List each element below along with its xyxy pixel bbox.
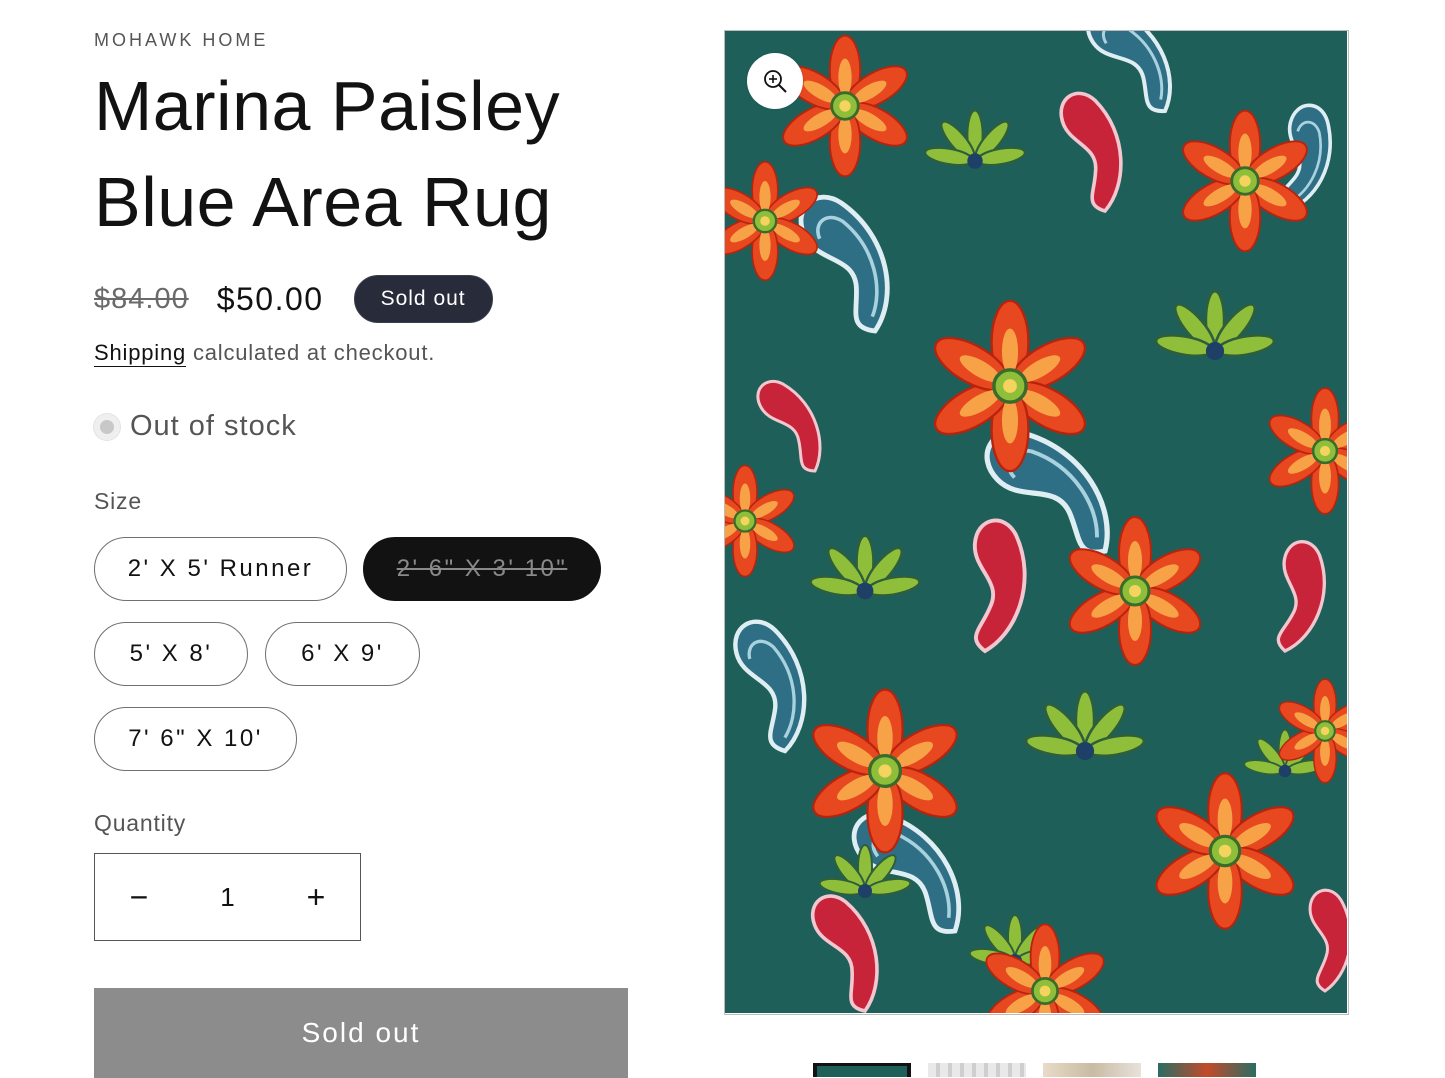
thumbnail-3[interactable] [1043, 1063, 1141, 1077]
size-option-5x8[interactable]: 5' X 8' [94, 622, 248, 686]
thumbnail-2[interactable] [928, 1063, 1026, 1077]
thumbnail-1-image [813, 1066, 911, 1077]
product-title: Marina Paisley Blue Area Rug [94, 58, 560, 250]
regular-price: $84.00 [94, 282, 189, 315]
increase-quantity-button[interactable]: + [272, 854, 360, 940]
quantity-input[interactable] [183, 880, 272, 914]
sold-out-badge: Sold out [353, 275, 493, 323]
price-row: $84.00 $50.00 Sold out [94, 275, 493, 323]
quantity-label: Quantity [94, 810, 187, 836]
rug-pattern-image [725, 31, 1347, 1013]
sold-out-button[interactable]: Sold out [94, 988, 628, 1078]
shipping-link[interactable]: Shipping [94, 340, 186, 365]
thumbnail-3-image [1043, 1063, 1141, 1077]
quantity-stepper: − + [94, 853, 361, 941]
decrease-quantity-button[interactable]: − [95, 854, 183, 940]
vendor-name: MOHAWK HOME [94, 30, 269, 50]
size-option-2x5-runner[interactable]: 2' X 5' Runner [94, 537, 347, 601]
shipping-note-text: calculated at checkout. [186, 340, 436, 365]
size-option-2-6x3-10[interactable]: 2' 6" X 3' 10" [363, 537, 601, 601]
product-title-line-1: Marina Paisley [94, 67, 561, 145]
product-title-line-2: Blue Area Rug [94, 163, 552, 241]
thumbnail-2-image [928, 1063, 1026, 1077]
plus-icon: + [306, 878, 326, 915]
size-label: Size [94, 488, 142, 514]
product-image[interactable] [724, 30, 1349, 1015]
thumbnail-4-image [1158, 1063, 1256, 1077]
shipping-note: Shipping calculated at checkout. [94, 340, 435, 366]
stock-status-dot-icon [94, 413, 120, 440]
magnifier-plus-icon [764, 70, 787, 93]
size-option-7-6x10[interactable]: 7' 6" X 10' [94, 707, 297, 771]
sale-price: $50.00 [216, 280, 324, 317]
stock-indicator: Out of stock [94, 410, 297, 443]
thumbnail-4[interactable] [1158, 1063, 1256, 1077]
stock-status-label: Out of stock [130, 410, 297, 442]
minus-icon: − [129, 878, 149, 915]
zoom-button[interactable] [747, 53, 803, 109]
thumbnail-1[interactable] [813, 1063, 911, 1077]
size-option-6x9[interactable]: 6' X 9' [265, 622, 420, 686]
